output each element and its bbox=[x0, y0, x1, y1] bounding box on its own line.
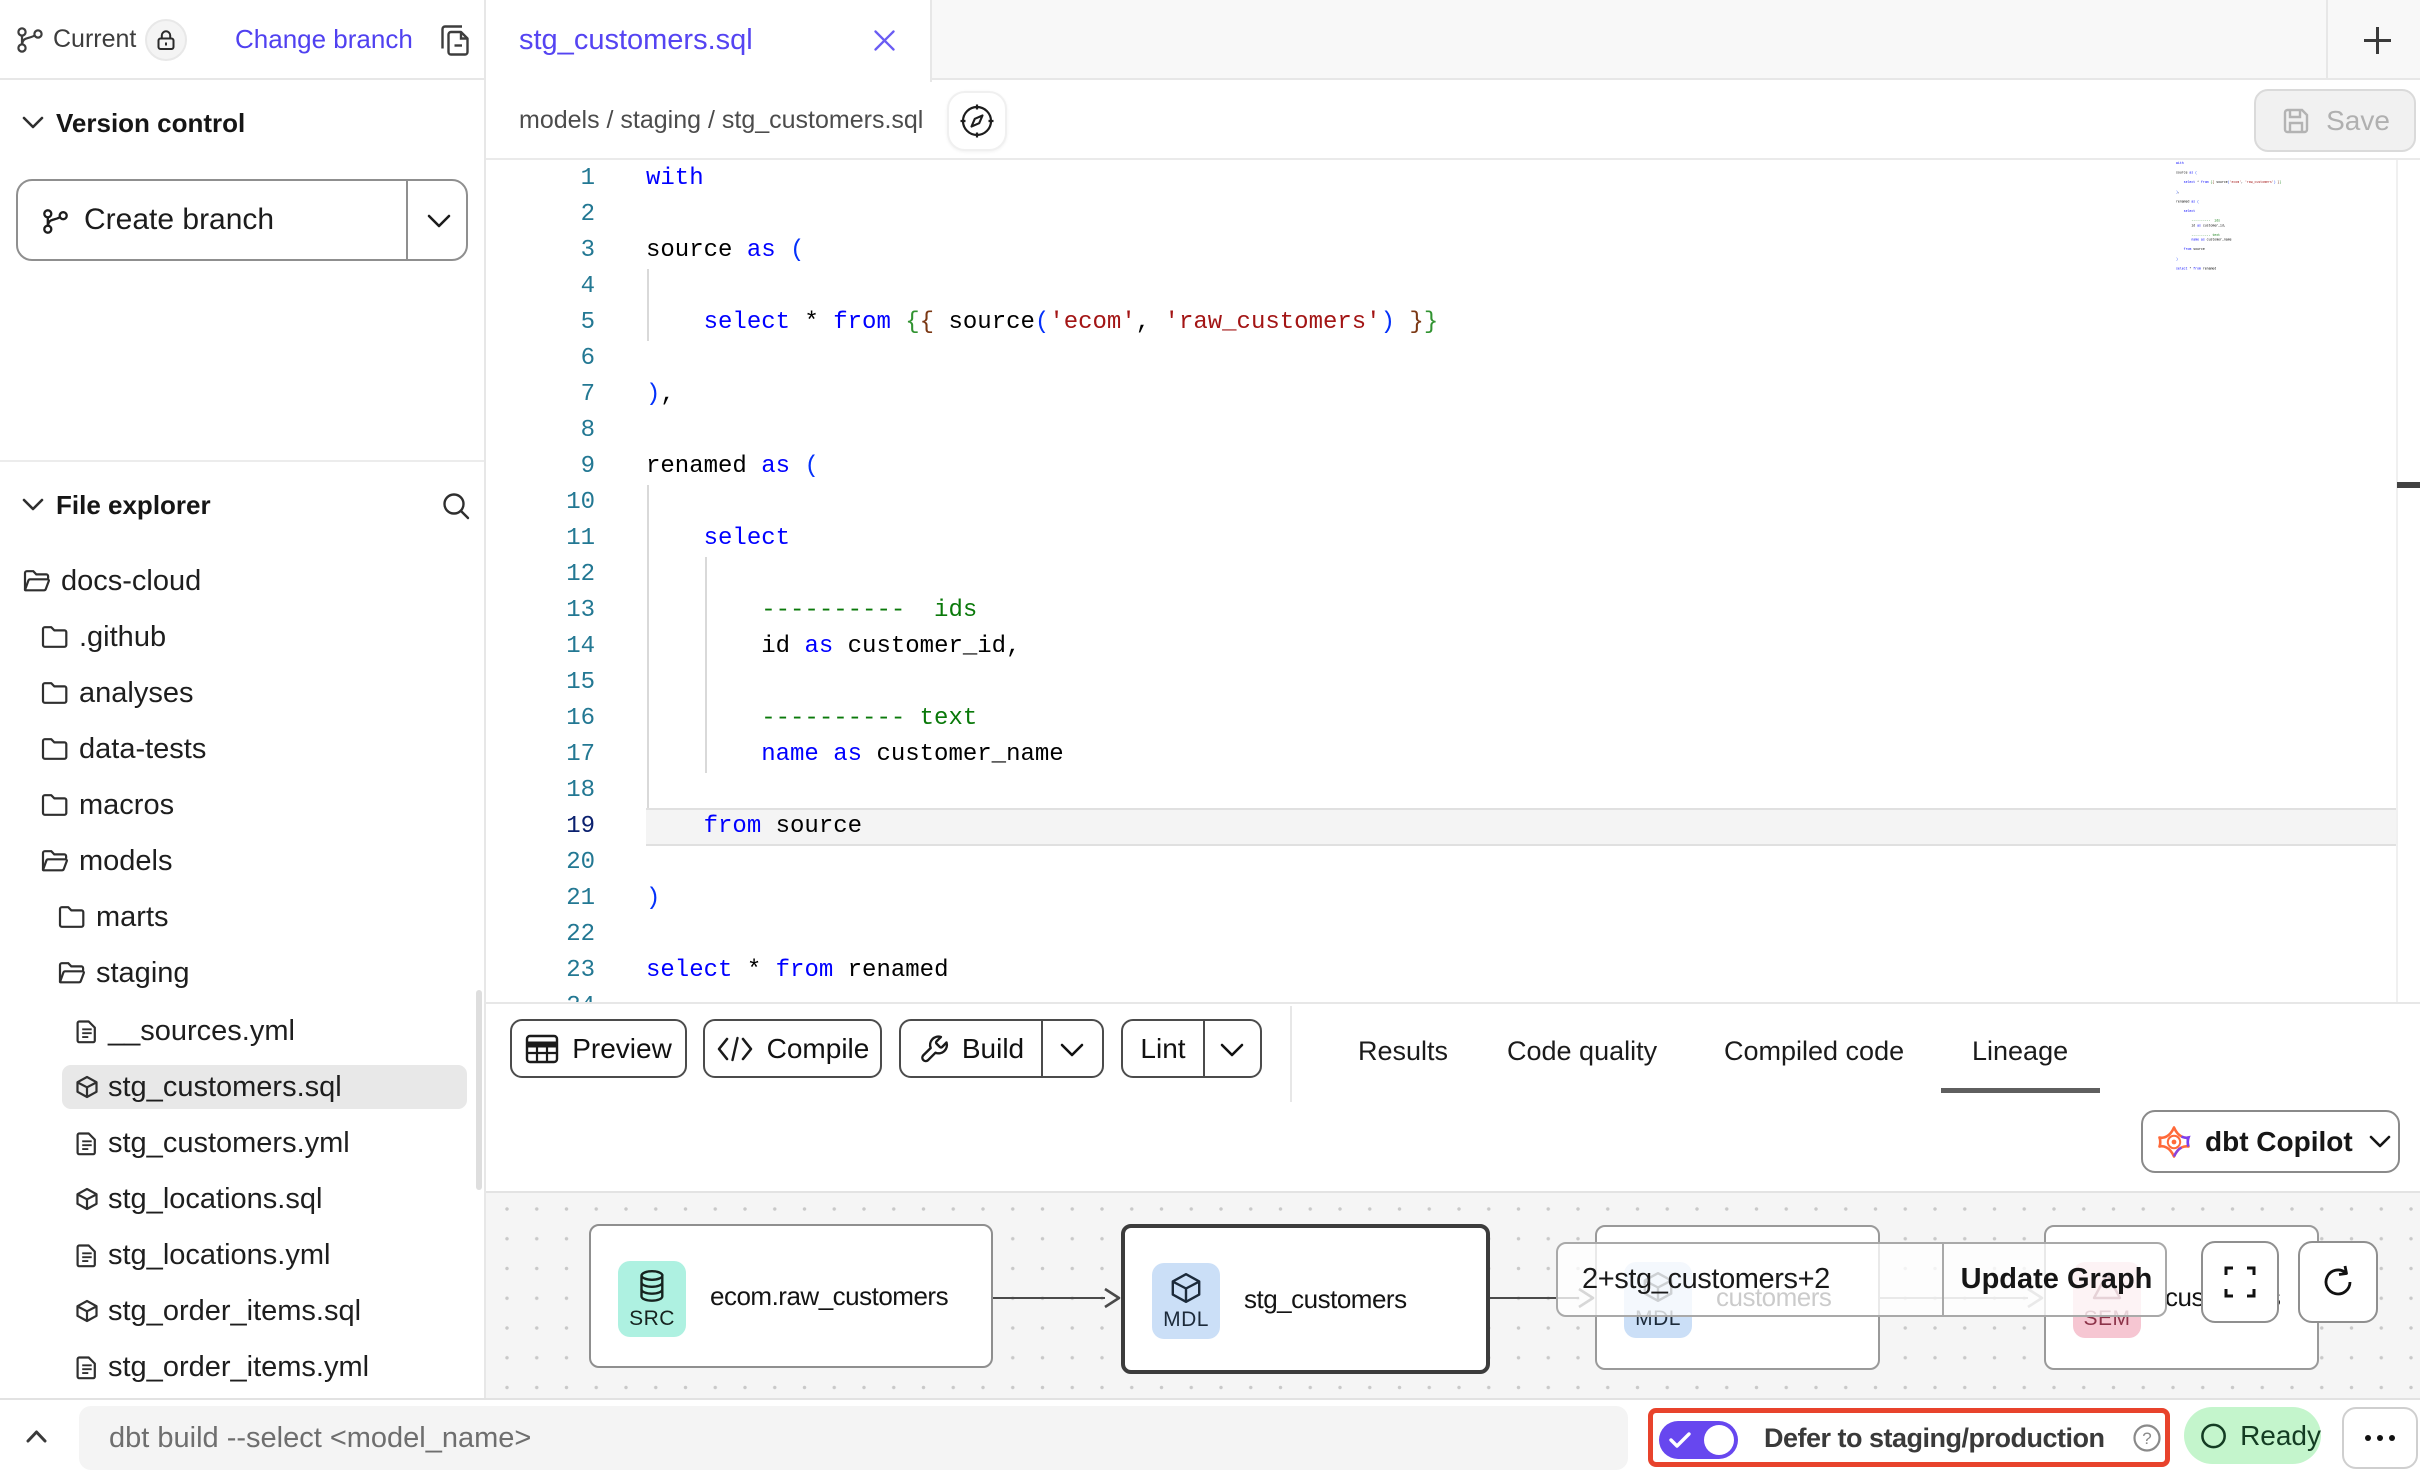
svg-text:?: ? bbox=[2142, 1429, 2151, 1448]
